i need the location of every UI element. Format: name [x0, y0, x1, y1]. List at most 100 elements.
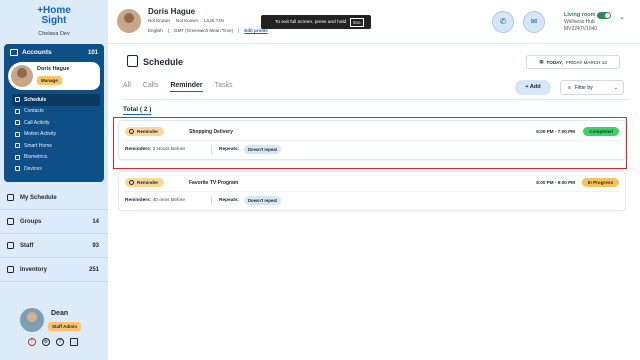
nav-inventory[interactable]: Inventory 251: [0, 258, 108, 282]
add-button[interactable]: + Add: [515, 80, 551, 95]
toast-text: To exit full screen, press and hold: [275, 19, 347, 25]
selection-highlight: [113, 117, 627, 169]
repeats-badge: Doesn't repeat: [244, 196, 281, 205]
org-name: Chelsea Dev: [38, 31, 70, 37]
nav-my-schedule[interactable]: My Schedule: [0, 186, 108, 210]
meta-separator: |: [238, 28, 240, 33]
chevron-down-icon[interactable]: ⌄: [619, 13, 625, 21]
nav-label: My Schedule: [20, 194, 57, 201]
divider: [123, 99, 628, 100]
phone-icon: [15, 120, 20, 126]
date-selector[interactable]: ▦ TODAY, FRIDAY MARCH 13: [526, 55, 620, 69]
accounts-label: Accounts: [22, 49, 52, 56]
home-icon: [15, 143, 20, 149]
nav-label: Staff: [20, 242, 34, 249]
top-bar: Doris Hague Not Known Not Known LS25 7JN…: [108, 0, 640, 44]
menu-item-call-activity[interactable]: Call Activity: [12, 117, 100, 129]
tab-calls[interactable]: Calls: [143, 82, 159, 92]
sidebar: +Home Sight Chelsea Dev Accounts 101 Dor…: [0, 0, 108, 360]
alert-icon[interactable]: !: [28, 338, 36, 346]
menu-item-contacts[interactable]: Contacts: [12, 106, 100, 118]
accounts-panel: Accounts 101 Doris Hague Manage Schedule…: [4, 44, 104, 182]
card-title: Favorite TV Program: [189, 180, 239, 186]
esc-key: Esc: [350, 17, 364, 27]
motion-icon: [15, 131, 20, 137]
manage-badge[interactable]: Manage: [37, 76, 62, 85]
chevron-down-icon: ⌄: [613, 84, 618, 91]
profile-avatar: [117, 9, 141, 33]
nav-count: 93: [92, 242, 99, 249]
clock-icon: [129, 180, 134, 185]
menu-item-schedule[interactable]: Schedule: [12, 94, 100, 106]
nav-count: 14: [92, 218, 99, 225]
filter-icon: ≡: [568, 84, 571, 91]
date-text: FRIDAY MARCH 13: [565, 59, 607, 65]
tag-label: Reminder: [137, 180, 159, 185]
selected-person-card[interactable]: Doris Hague Manage: [8, 62, 100, 90]
menu-label: Motion Activity: [24, 131, 56, 138]
profile-name: Doris Hague: [148, 7, 196, 16]
settings-icon[interactable]: ⚙: [42, 338, 50, 346]
menu-item-smart-home[interactable]: Smart Home: [12, 140, 100, 152]
date-today: TODAY,: [546, 59, 563, 65]
menu-label: Call Activity: [24, 119, 50, 126]
app-logo[interactable]: +Home Sight: [0, 6, 108, 26]
filter-dropdown[interactable]: ≡ Filter by ⌄: [560, 80, 624, 95]
calendar-icon: ▦: [539, 59, 544, 64]
calendar-icon: [7, 194, 14, 201]
accounts-icon: [10, 49, 18, 56]
hub-name: Wellness Hub: [564, 19, 595, 25]
nav-label: Groups: [20, 218, 42, 225]
menu-label: Smart Home: [24, 142, 53, 149]
menu-label: Devices: [24, 165, 42, 172]
hub-info: Living room Wellness Hub MV2247V1040: [564, 12, 597, 33]
schedule-icon: [127, 55, 138, 67]
main-content: Schedule ▦ TODAY, FRIDAY MARCH 13 All Ca…: [108, 44, 640, 360]
inventory-icon: [7, 266, 14, 273]
status-badge: In Progress: [581, 178, 619, 187]
card-divider: [123, 191, 621, 192]
hub-room: Living room: [564, 12, 596, 18]
help-icon[interactable]: ?: [56, 338, 64, 346]
accounts-header[interactable]: Accounts 101: [10, 49, 98, 56]
reminders-value: 40 mins Before: [152, 198, 185, 203]
card-vdivider: [211, 196, 212, 205]
menu-item-biometrics[interactable]: Biometrics: [12, 152, 100, 164]
fullscreen-toast: To exit full screen, press and hold Esc: [261, 15, 371, 29]
call-button[interactable]: ✆: [492, 11, 514, 33]
tab-all[interactable]: All: [123, 82, 131, 92]
nav-staff[interactable]: Staff 93: [0, 234, 108, 258]
hub-toggle[interactable]: [597, 12, 611, 19]
language: English: [148, 28, 163, 33]
person-avatar: [11, 65, 33, 87]
nav-count: 251: [88, 266, 99, 273]
user-name: Dean: [51, 310, 69, 317]
menu-item-motion-activity[interactable]: Motion Activity: [12, 129, 100, 141]
card-time: 8:00 PM - 9:00 PM: [536, 180, 575, 185]
reminders-label: Reminders:: [125, 198, 152, 203]
schedule-card[interactable]: Reminder Favorite TV Program 8:00 PM - 9…: [118, 171, 626, 211]
profile-meta: Not Known Not Known LS25 7JN: [148, 18, 224, 23]
timezone: GMT (Greenwich Mean Time): [173, 28, 234, 33]
menu-label: Schedule: [24, 96, 47, 103]
hub-id: MV2247V1040: [564, 26, 598, 32]
tab-reminder[interactable]: Reminder: [170, 82, 203, 92]
meta-item: Not Known: [148, 18, 171, 23]
meta-separator: |: [167, 28, 169, 33]
add-label: Add: [529, 84, 541, 90]
contacts-icon: [15, 108, 20, 114]
message-button[interactable]: ✉: [523, 11, 545, 33]
meta-item: LS25 7JN: [204, 18, 224, 23]
user-avatar[interactable]: [20, 308, 44, 332]
person-name: Doris Hague: [37, 66, 70, 72]
user-actions: ! ⚙ ? →: [28, 338, 78, 346]
logout-icon[interactable]: →: [70, 338, 78, 346]
tab-tasks[interactable]: Tasks: [215, 82, 233, 92]
current-user: Dean Staff Admin ! ⚙ ? →: [0, 300, 108, 360]
menu-label: Contacts: [24, 108, 44, 115]
menu-item-devices[interactable]: Devices: [12, 163, 100, 175]
profile-meta-2: English | GMT (Greenwich Mean Time) | Ed…: [148, 28, 268, 33]
page-title: Schedule: [143, 57, 184, 67]
reminders-info: Reminders: 40 mins Before: [125, 198, 185, 203]
nav-groups[interactable]: Groups 14: [0, 210, 108, 234]
